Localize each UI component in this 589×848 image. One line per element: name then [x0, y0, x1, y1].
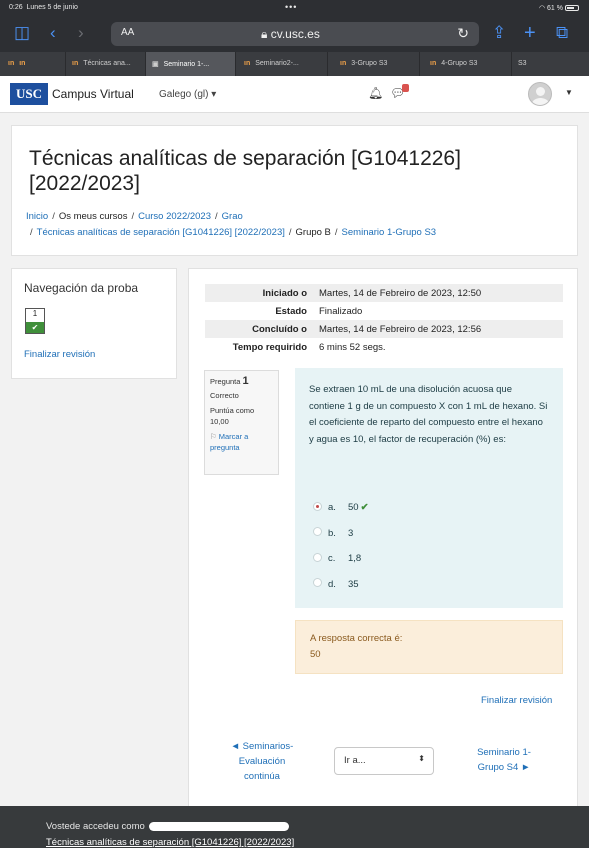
- new-tab-icon[interactable]: +: [524, 23, 536, 43]
- quiz-navigation-title: Navegación da proba: [24, 281, 139, 295]
- page-title: Técnicas analíticas de separación [G1041…: [29, 147, 461, 195]
- check-icon: ✔: [26, 322, 44, 333]
- tab-tecnicas[interactable]: ιn Técnicas ana...: [66, 52, 146, 76]
- answer-radio[interactable]: [313, 501, 322, 511]
- finish-review-link[interactable]: Finalizar revisión: [24, 349, 95, 360]
- next-activity-link[interactable]: Seminario 1-Grupo S4 ►: [465, 745, 543, 775]
- previous-activity-link[interactable]: ◄ Seminarios-Evaluación continúa: [221, 739, 303, 784]
- jump-to-select[interactable]: Ir a... ⬍: [334, 747, 434, 775]
- avatar[interactable]: [528, 82, 552, 106]
- answer-radio[interactable]: [313, 578, 322, 588]
- share-icon[interactable]: ⇪: [492, 24, 506, 42]
- answer-list: a. 50 ✔ b. 3 c. 1,8 d. 35: [313, 498, 553, 600]
- multitask-dots-icon[interactable]: •••: [285, 2, 297, 12]
- summary-value: Martes, 14 de Febreiro de 2023, 12:56: [319, 324, 482, 335]
- logged-in-info: Vostede accedeu como: [46, 821, 289, 832]
- address-bar[interactable]: AA 🔒︎ cv.usc.es ↻: [111, 22, 479, 46]
- page-header: Técnicas analíticas de separación [G1041…: [11, 125, 578, 256]
- answer-radio[interactable]: [313, 552, 322, 562]
- question-content: Se extraen 10 mL de una disolución acuos…: [295, 368, 563, 608]
- forward-icon[interactable]: ›: [78, 24, 84, 42]
- page-footer: Vostede accedeu como Técnicas analíticas…: [0, 806, 589, 848]
- correct-answer-feedback: A resposta correcta é: 50: [295, 620, 563, 674]
- wifi-icon: ◠: [538, 5, 546, 12]
- breadcrumb-quiz[interactable]: Seminario 1-Grupo S3: [342, 227, 437, 238]
- question-nav-button[interactable]: 1 ✔: [25, 308, 45, 334]
- text-size-button[interactable]: AA: [121, 27, 134, 38]
- tabs-overview-icon[interactable]: ⧉: [556, 24, 568, 42]
- tab-truncated[interactable]: ιn ιn: [0, 52, 66, 76]
- answer-option[interactable]: a. 50 ✔: [313, 498, 553, 524]
- lock-icon: 🔒︎: [261, 27, 268, 41]
- answer-option[interactable]: b. 3: [313, 524, 553, 550]
- question-nav-number: 1: [32, 309, 38, 318]
- ios-status-bar: 0:26 Lunes 5 de junio ••• ◠ 61 %: [0, 0, 589, 16]
- summary-label: Concluído o: [252, 324, 307, 335]
- question-score: Puntúa como 10,00: [210, 406, 255, 426]
- tab-grupo-4[interactable]: ιn 4-Grupo S3: [420, 52, 512, 76]
- summary-value: 6 mins 52 segs.: [319, 342, 386, 353]
- summary-label: Estado: [275, 306, 307, 317]
- usc-logo[interactable]: USC: [10, 83, 48, 105]
- url-text[interactable]: 🔒︎ cv.usc.es: [261, 27, 320, 42]
- feedback-value: 50: [310, 649, 321, 660]
- battery-icon: [565, 5, 579, 12]
- feedback-label: A resposta correcta é:: [310, 633, 403, 644]
- status-time: 0:26 Lunes 5 de junio: [9, 4, 78, 11]
- main-region: Iniciado o Martes, 14 de Febreiro de 2023…: [188, 268, 578, 848]
- answer-radio[interactable]: [313, 527, 322, 537]
- battery-status: ◠ 61 %: [539, 4, 579, 12]
- question-state: Correcto: [210, 391, 239, 400]
- back-icon[interactable]: ‹: [50, 24, 56, 42]
- attempt-summary-table: Iniciado o Martes, 14 de Febreiro de 2023…: [205, 284, 563, 356]
- breadcrumb-course[interactable]: Técnicas analíticas de separación [G1041…: [37, 227, 285, 238]
- table-row: Concluído o Martes, 14 de Febreiro de 202…: [205, 320, 563, 338]
- tab-seminario-2[interactable]: ιn Seminario2-...: [236, 52, 328, 76]
- breadcrumb: Inicio / Os meus cursos / Curso 2022/2023/Gr…: [26, 211, 437, 238]
- sidebar-toggle-icon[interactable]: ◫: [14, 24, 30, 42]
- question-number: Pregunta 1: [210, 375, 249, 387]
- language-menu[interactable]: Galego (gl) ▾: [159, 89, 216, 100]
- table-row: Tempo requirido 6 mins 52 segs.: [205, 338, 563, 356]
- bell-icon[interactable]: 🔔︎: [368, 86, 383, 100]
- site-navbar: USC Campus Virtual Galego (gl) ▾ 🔔︎ 💬︎ ▼: [0, 76, 589, 113]
- breadcrumb-my-courses: Os meus cursos: [58, 211, 128, 222]
- table-row: Estado Finalizado: [205, 302, 563, 320]
- answer-option[interactable]: d. 35: [313, 575, 553, 601]
- select-arrows-icon: ⬍: [418, 754, 425, 763]
- finish-review-link[interactable]: Finalizar revisión: [481, 695, 552, 706]
- tab-grupo-3[interactable]: ιn 3-Grupo S3: [328, 52, 420, 76]
- breadcrumb-home[interactable]: Inicio: [26, 211, 48, 222]
- flag-question-link[interactable]: ⚐ Marcar a pregunta: [210, 431, 273, 453]
- chevron-down-icon[interactable]: ▼: [565, 88, 573, 97]
- redacted-username: [148, 821, 289, 831]
- message-count-badge: [402, 84, 409, 92]
- summary-value: Finalizado: [319, 306, 363, 317]
- browser-toolbar: ◫ ‹ › AA 🔒︎ cv.usc.es ↻ ⇪ + ⧉: [0, 16, 589, 52]
- question-info: Pregunta 1 Correcto Puntúa como 10,00 ⚐ M…: [204, 370, 279, 475]
- table-row: Iniciado o Martes, 14 de Febreiro de 2023…: [205, 284, 563, 302]
- summary-label: Tempo requirido: [232, 342, 307, 353]
- question-text: Se extraen 10 mL de una disolución acuos…: [309, 384, 548, 445]
- breadcrumb-year[interactable]: Curso 2022/2023: [138, 211, 211, 222]
- tab-seminario-1[interactable]: ▣ Seminario 1-...: [146, 52, 236, 76]
- summary-value: Martes, 14 de Febreiro de 2023, 12:50: [319, 288, 482, 299]
- breadcrumb-level[interactable]: Grao: [222, 211, 243, 222]
- answer-option[interactable]: c. 1,8: [313, 549, 553, 575]
- site-name[interactable]: Campus Virtual: [52, 87, 134, 101]
- reload-icon[interactable]: ↻: [457, 25, 469, 42]
- quiz-navigation-block: Navegación da proba 1 ✔ Finalizar revisi…: [11, 268, 177, 379]
- tab-s3[interactable]: S3: [512, 52, 589, 76]
- check-icon: ✔: [360, 502, 369, 513]
- breadcrumb-group: Grupo B: [295, 227, 331, 238]
- footer-course-link[interactable]: Técnicas analíticas de separación [G1041…: [46, 837, 294, 848]
- tab-strip: ιn ιn ιn Técnicas ana... ▣ Seminario 1-... …: [0, 52, 589, 76]
- summary-label: Iniciado o: [262, 288, 307, 299]
- flag-icon: ⚐: [210, 432, 217, 441]
